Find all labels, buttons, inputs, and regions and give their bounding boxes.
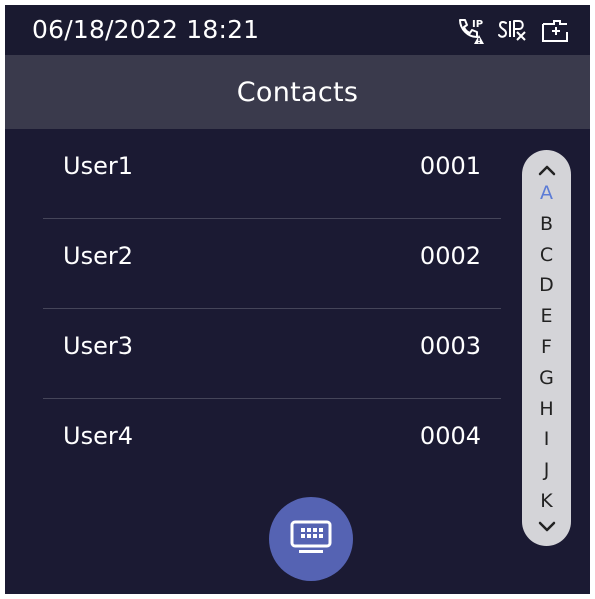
contact-row[interactable]: User4 0004 bbox=[43, 399, 501, 488]
alphabet-index-scrollbar[interactable]: A B C D E F G H I J K bbox=[522, 150, 571, 546]
contact-name: User3 bbox=[63, 332, 133, 360]
chevron-down-icon[interactable] bbox=[538, 516, 556, 536]
contact-name: User1 bbox=[63, 152, 133, 180]
title-bar: Contacts bbox=[5, 55, 590, 129]
sd-card-icon bbox=[540, 18, 570, 44]
alpha-letter-k[interactable]: K bbox=[540, 490, 552, 512]
chevron-up-icon[interactable] bbox=[538, 160, 556, 180]
contact-name: User2 bbox=[63, 242, 133, 270]
page-title: Contacts bbox=[236, 76, 359, 108]
sip-icon bbox=[498, 18, 528, 44]
alpha-letter-e[interactable]: E bbox=[540, 305, 552, 327]
contact-row[interactable]: User1 0001 bbox=[43, 129, 501, 219]
contact-number: 0004 bbox=[419, 422, 481, 450]
contact-row[interactable]: User3 0003 bbox=[43, 309, 501, 399]
alpha-letter-f[interactable]: F bbox=[541, 336, 552, 358]
contact-number: 0003 bbox=[419, 332, 481, 360]
alpha-letter-a[interactable]: A bbox=[540, 182, 553, 204]
keypad-button[interactable] bbox=[269, 497, 353, 581]
status-icons: IP bbox=[456, 17, 570, 45]
contacts-screen: 06/18/2022 18:21 IP Contacts User1 0001 … bbox=[5, 5, 590, 594]
svg-text:IP: IP bbox=[472, 19, 483, 30]
contact-row[interactable]: User2 0002 bbox=[43, 219, 501, 309]
alpha-letter-i[interactable]: I bbox=[544, 428, 550, 450]
ip-call-warning-icon: IP bbox=[456, 17, 486, 45]
alpha-letter-c[interactable]: C bbox=[540, 244, 553, 266]
status-bar: 06/18/2022 18:21 IP bbox=[5, 5, 590, 55]
alpha-letter-b[interactable]: B bbox=[540, 213, 553, 235]
contact-number: 0002 bbox=[419, 242, 481, 270]
contact-name: User4 bbox=[63, 422, 133, 450]
alpha-letter-d[interactable]: D bbox=[539, 274, 554, 296]
contact-number: 0001 bbox=[419, 152, 481, 180]
alphabet-letters: A B C D E F G H I J K bbox=[539, 180, 554, 516]
alpha-letter-g[interactable]: G bbox=[539, 367, 554, 389]
keyboard-icon bbox=[289, 519, 333, 559]
status-datetime: 06/18/2022 18:21 bbox=[32, 15, 260, 44]
alpha-letter-j[interactable]: J bbox=[544, 459, 550, 481]
contact-list: User1 0001 User2 0002 User3 0003 User4 0… bbox=[43, 129, 501, 488]
alpha-letter-h[interactable]: H bbox=[539, 398, 553, 420]
